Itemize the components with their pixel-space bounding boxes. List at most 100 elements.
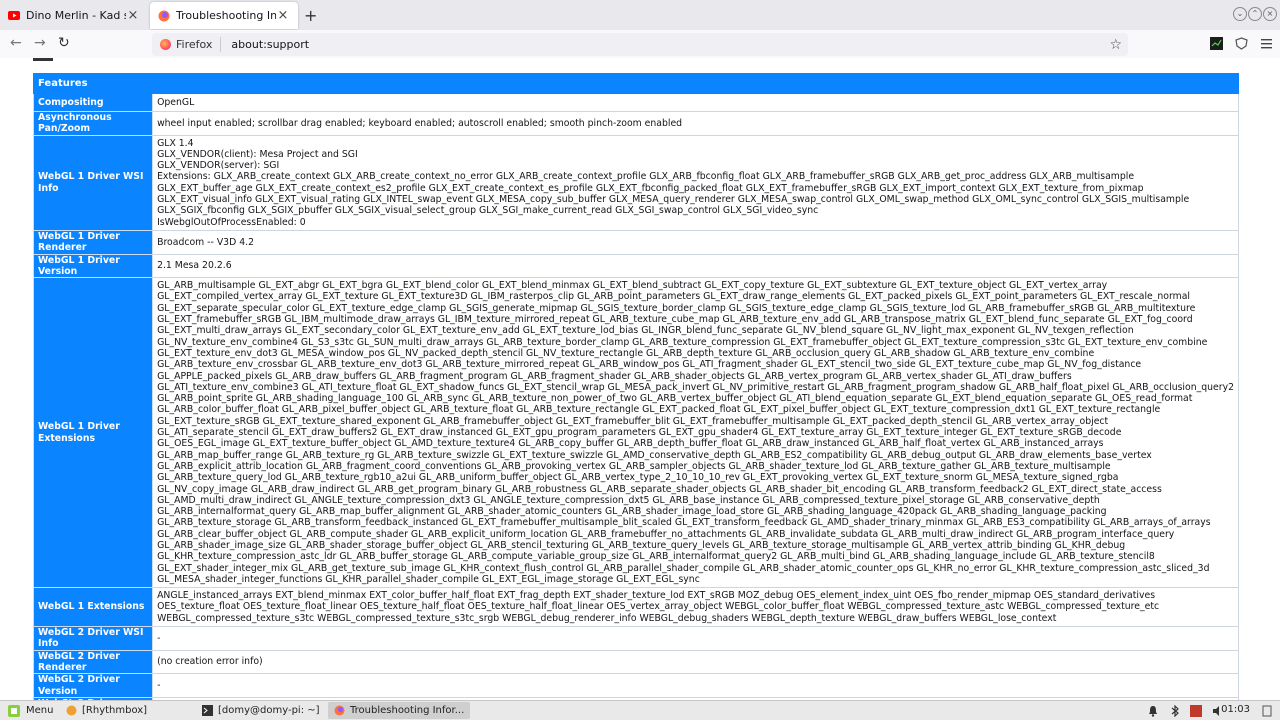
new-tab-button[interactable]: +: [304, 6, 317, 25]
features-row: WebGL 2 Driver Renderer (no creation erro…: [32, 649, 1239, 675]
feature-value: OpenGL: [152, 93, 1239, 112]
feature-value-line: GL_EXT_shader_integer_mix GL_ARB_get_tex…: [157, 562, 1210, 574]
feature-value-line: GLX_VENDOR(client): Mesa Project and SGI: [157, 148, 358, 160]
maximize-button[interactable]: ⌃: [1248, 7, 1262, 21]
tab-strip: Dino Merlin - Kad si rekla × Troubleshoo…: [0, 0, 1280, 30]
feature-value: 2.1 Mesa 20.2.6: [152, 253, 1239, 279]
feature-value-line: GL_AMD_multi_draw_indirect GL_ANGLE_text…: [157, 494, 1100, 506]
feature-value: GL_ARB_multisample GL_EXT_abgr GL_EXT_bg…: [152, 277, 1239, 589]
url-input[interactable]: about:support: [221, 38, 1109, 51]
feature-value-line: ANGLE_instanced_arrays EXT_blend_minmax …: [157, 590, 1156, 602]
nav-bar: ← → ↻ Firefox about:support ☆: [0, 30, 1280, 58]
shield-icon[interactable]: [1235, 37, 1248, 50]
feature-value-line: GL_ARB_explicit_attrib_location GL_ARB_f…: [157, 460, 1111, 472]
feature-value-line: GLX_VENDOR(server): SGI: [157, 160, 280, 172]
feature-value-line: GL_EXT_texture_env_dot3 GL_MESA_window_p…: [157, 347, 1095, 359]
feature-key: WebGL 2 Driver WSI Info: [32, 626, 154, 651]
bookmark-star-icon[interactable]: ☆: [1109, 37, 1128, 53]
tab-close-button[interactable]: ×: [126, 8, 140, 23]
url-bar[interactable]: Firefox about:support ☆: [152, 33, 1128, 56]
feature-value: -: [152, 626, 1239, 651]
feature-key: Compositing: [32, 93, 154, 112]
features-row: WebGL 1 Driver Extensions GL_ARB_multisam…: [32, 277, 1239, 589]
youtube-icon: [8, 11, 20, 20]
task-rhythmbox[interactable]: [Rhythmbox]: [60, 702, 153, 719]
feature-value-line: GL_EXT_compiled_vertex_array GL_EXT_text…: [157, 291, 1190, 303]
feature-value-line: GL_ATI_separate_stencil GL_EXT_draw_buff…: [157, 427, 1122, 439]
reload-button[interactable]: ↻: [58, 35, 70, 51]
clock: 01:03: [1221, 704, 1250, 715]
feature-value: ANGLE_instanced_arrays EXT_blend_minmax …: [152, 587, 1239, 628]
feature-value-line: GL_EXT_multi_draw_arrays GL_EXT_secondar…: [157, 325, 1134, 337]
feature-value: GLX 1.4 GLX_VENDOR(client): Mesa Project …: [152, 134, 1239, 231]
music-icon: [66, 705, 77, 716]
feature-value-line: GL_ARB_internalformat_query GL_ARB_map_b…: [157, 506, 1107, 518]
features-row: WebGL 1 Extensions ANGLE_instanced_arrays…: [32, 587, 1239, 628]
features-row: WebGL 1 Driver WSI Info GLX 1.4 GLX_VENDOR…: [32, 134, 1239, 231]
identity-label: Firefox: [176, 38, 213, 51]
tab-troubleshooting[interactable]: Troubleshooting Informa ×: [150, 2, 298, 29]
feature-value-line: GL_ARB_color_buffer_float GL_ARB_pixel_b…: [157, 404, 1161, 416]
feature-key: Asynchronous Pan/Zoom: [32, 111, 154, 136]
feature-value-line: GLX_EXT_buffer_age GLX_EXT_create_contex…: [157, 182, 1144, 194]
feature-value-line: GLX 1.4: [157, 137, 194, 149]
update-icon[interactable]: [1190, 705, 1202, 717]
tab-youtube[interactable]: Dino Merlin - Kad si rekla ×: [0, 2, 148, 29]
feature-value-line: GL_EXT_texture_sRGB GL_EXT_texture_share…: [157, 415, 1109, 427]
monitor-icon[interactable]: [1210, 37, 1223, 50]
features-heading: Features: [33, 73, 1239, 94]
features-row: Asynchronous Pan/Zoom wheel input enabled…: [32, 111, 1239, 136]
mint-logo-icon: [8, 704, 20, 717]
menu-label: Menu: [26, 705, 54, 716]
bluetooth-icon[interactable]: [1170, 705, 1180, 717]
show-desktop-icon[interactable]: [1262, 705, 1272, 717]
feature-key: WebGL 1 Driver Extensions: [32, 277, 154, 589]
tab-close-button[interactable]: ×: [276, 8, 290, 23]
feature-key: WebGL 1 Driver Version: [32, 253, 154, 279]
feature-key: WebGL 2 Driver Renderer: [32, 649, 154, 675]
feature-value-line: GL_NV_copy_image GL_ARB_draw_indirect GL…: [157, 483, 1162, 495]
identity-box[interactable]: Firefox: [152, 37, 222, 52]
menu-icon[interactable]: [1260, 37, 1273, 50]
feature-value-line: GL_ARB_point_sprite GL_ARB_shading_langu…: [157, 393, 1193, 405]
page-content: Features Compositing OpenGL Asynchronous P…: [0, 58, 1280, 700]
taskbar: Menu [Rhythmbox] [domy@domy-pi: ~] Troub…: [0, 700, 1280, 720]
feature-value-line: GL_APPLE_packed_pixels GL_ARB_draw_buffe…: [157, 370, 1072, 382]
forward-button[interactable]: →: [34, 35, 46, 51]
feature-key: WebGL 1 Extensions: [32, 587, 154, 628]
feature-key: WebGL 1 Driver Renderer: [32, 229, 154, 255]
back-button[interactable]: ←: [10, 35, 22, 51]
task-terminal[interactable]: [domy@domy-pi: ~]: [196, 702, 326, 719]
feature-value-line: GL_OES_EGL_image GL_EXT_texture_buffer_o…: [157, 438, 1104, 450]
notification-bell-icon[interactable]: [1148, 705, 1158, 717]
feature-value-line: Extensions: GLX_ARB_create_context GLX_A…: [157, 171, 1135, 183]
firefox-icon: [334, 705, 345, 716]
tab-label: Dino Merlin - Kad si rekla: [26, 9, 126, 22]
firefox-icon: [160, 39, 171, 50]
feature-value-line: GLX_EXT_visual_info GLX_EXT_visual_ratin…: [157, 194, 1190, 206]
feature-value-line: GL_ARB_clear_buffer_object GL_ARB_comput…: [157, 528, 1175, 540]
task-label: Troubleshooting Infor...: [350, 705, 465, 716]
features-row: WebGL 1 Driver Version 2.1 Mesa 20.2.6: [32, 253, 1239, 279]
terminal-icon: [202, 705, 213, 716]
feature-value-line: GL_ARB_multisample GL_EXT_abgr GL_EXT_bg…: [157, 280, 1108, 292]
task-firefox[interactable]: Troubleshooting Infor...: [328, 702, 471, 719]
task-label: [domy@domy-pi: ~]: [218, 705, 320, 716]
tab-label: Troubleshooting Informa: [176, 9, 276, 22]
task-label: [Rhythmbox]: [82, 705, 148, 716]
minimize-button[interactable]: ⌄: [1233, 7, 1247, 21]
feature-value-line: GL_ARB_shader_image_size GL_ARB_shader_s…: [157, 539, 1126, 551]
start-menu-button[interactable]: Menu: [2, 702, 59, 719]
feature-value-line: GL_EXT_separate_specular_color GL_EXT_te…: [157, 302, 1196, 314]
feature-key: WebGL 1 Driver WSI Info: [32, 134, 154, 231]
feature-value-line: GL_ARB_texture_storage GL_ARB_transform_…: [157, 517, 1211, 529]
feature-value-line: GL_ARB_map_buffer_range GL_ARB_texture_r…: [157, 449, 1152, 461]
feature-value-line: GL_ATI_texture_env_combine3 GL_ATI_textu…: [157, 381, 1234, 393]
feature-key: WebGL 2 Driver Version: [32, 673, 154, 698]
close-window-button[interactable]: ×: [1263, 7, 1277, 21]
features-row: WebGL 1 Driver Renderer Broadcom -- V3D 4…: [32, 229, 1239, 255]
feature-value: Broadcom -- V3D 4.2: [152, 229, 1239, 255]
feature-value-line: GL_ARB_texture_env_crossbar GL_ARB_textu…: [157, 359, 1142, 371]
section-heading-fragment: [33, 58, 53, 61]
feature-value-line: GL_EXT_framebuffer_sRGB GL_IBM_multimode…: [157, 314, 1193, 326]
